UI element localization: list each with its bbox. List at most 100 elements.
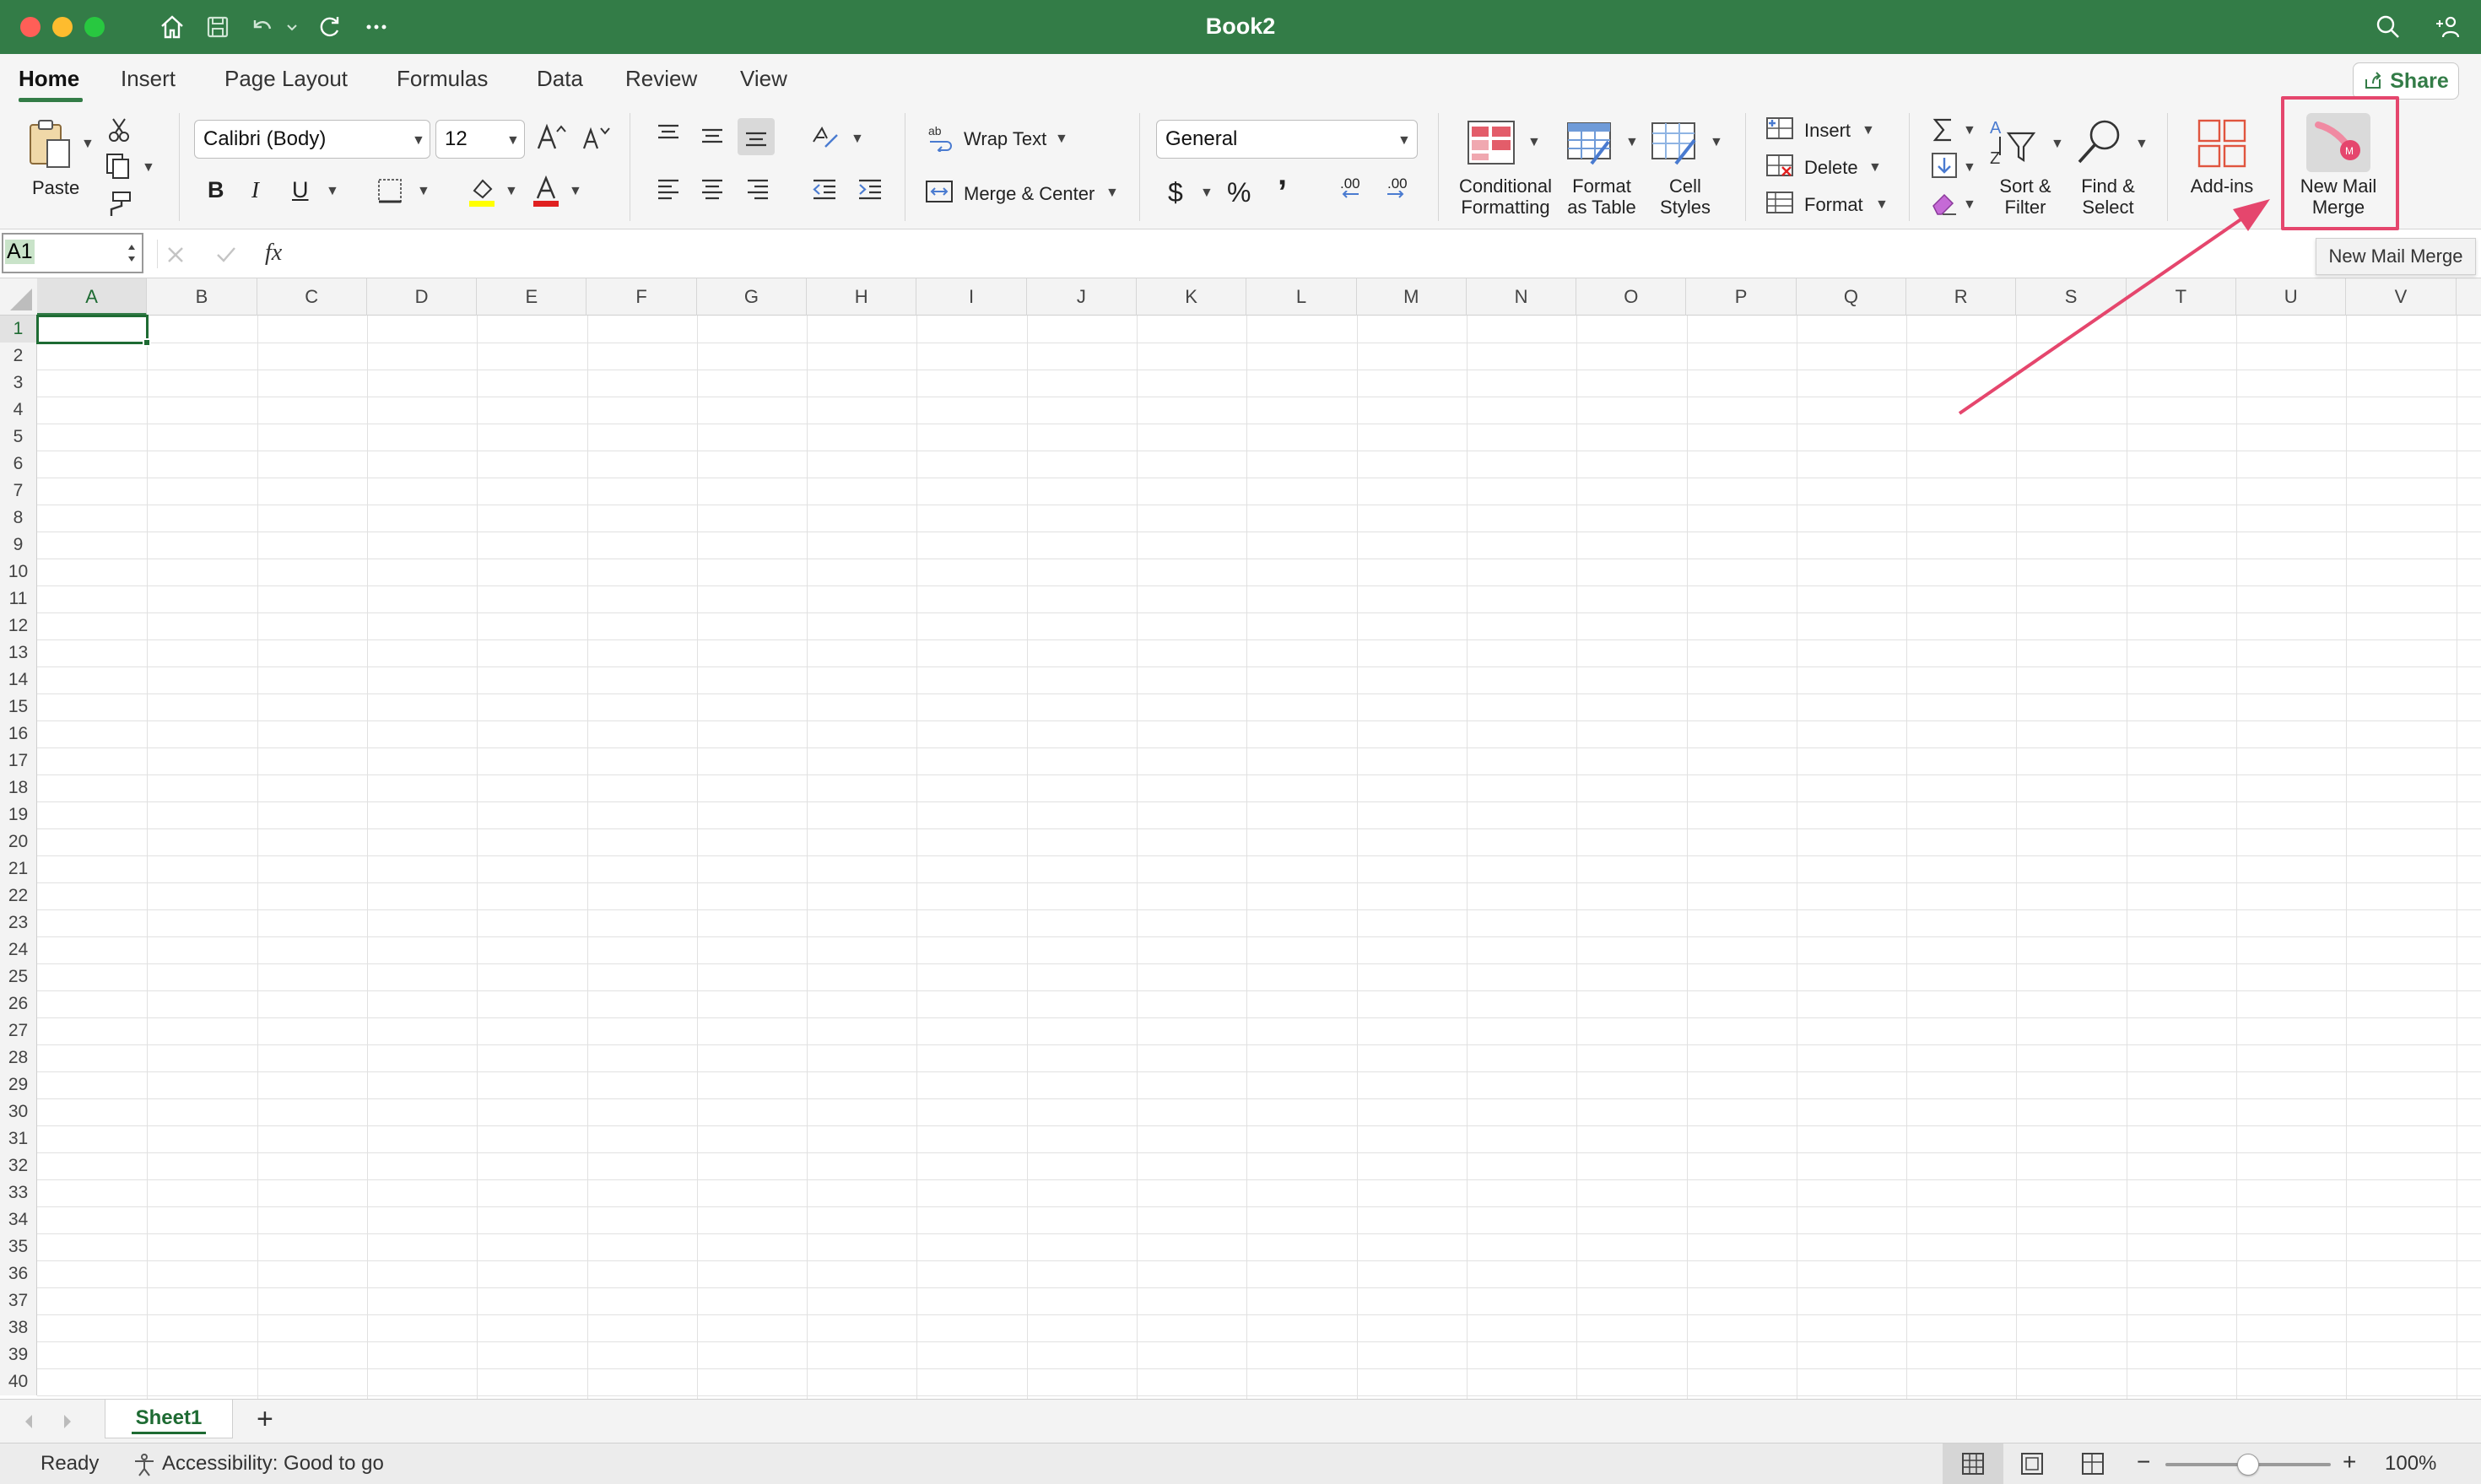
next-sheet-icon[interactable] xyxy=(59,1411,76,1432)
column-header-i[interactable]: I xyxy=(916,278,1027,316)
row-header-31[interactable]: 31 xyxy=(0,1125,37,1152)
column-header-s[interactable]: S xyxy=(2016,278,2127,316)
clear-eraser-icon[interactable] xyxy=(1931,191,1959,220)
account-icon[interactable] xyxy=(2432,12,2462,42)
wrap-text-button[interactable]: Wrap Text xyxy=(964,128,1046,150)
row-header-16[interactable]: 16 xyxy=(0,720,37,747)
wrap-text-chevron-down-icon[interactable]: ▼ xyxy=(1055,132,1068,147)
increase-font-size-icon[interactable] xyxy=(535,121,569,156)
align-top-icon[interactable] xyxy=(655,121,682,151)
row-header-21[interactable]: 21 xyxy=(0,855,37,882)
row-header-20[interactable]: 20 xyxy=(0,828,37,855)
insert-cells-button[interactable]: Insert xyxy=(1804,120,1851,142)
column-header-h[interactable]: H xyxy=(807,278,917,316)
autosum-icon[interactable] xyxy=(1931,116,1956,148)
find-select-chevron-down-icon[interactable]: ▼ xyxy=(2135,137,2149,152)
fill-color-icon[interactable] xyxy=(468,175,496,212)
decrease-decimal-button[interactable]: .00 xyxy=(1387,175,1408,192)
align-center-icon[interactable] xyxy=(699,175,726,208)
tab-home[interactable]: Home xyxy=(19,66,79,92)
row-header-15[interactable]: 15 xyxy=(0,693,37,720)
column-header-k[interactable]: K xyxy=(1137,278,1247,316)
row-header-7[interactable]: 7 xyxy=(0,478,37,505)
column-header-u[interactable]: U xyxy=(2236,278,2347,316)
prev-sheet-icon[interactable] xyxy=(20,1411,37,1432)
clear-chevron-down-icon[interactable]: ▼ xyxy=(1963,197,1976,213)
decrease-indent-icon[interactable] xyxy=(810,175,839,208)
copy-icon[interactable] xyxy=(105,152,135,185)
share-button[interactable]: Share xyxy=(2353,62,2459,100)
column-header-j[interactable]: J xyxy=(1027,278,1137,316)
add-ins-icon[interactable] xyxy=(2197,118,2247,173)
row-header-25[interactable]: 25 xyxy=(0,963,37,990)
insert-function-button[interactable]: fx xyxy=(265,240,282,267)
column-header-m[interactable]: M xyxy=(1357,278,1467,316)
decrease-font-size-icon[interactable] xyxy=(581,123,611,156)
row-header-3[interactable]: 3 xyxy=(0,370,37,397)
merge-center-button[interactable]: Merge & Center xyxy=(964,183,1095,205)
row-header-12[interactable]: 12 xyxy=(0,612,37,639)
merge-center-icon[interactable] xyxy=(925,179,954,208)
merge-center-chevron-down-icon[interactable]: ▼ xyxy=(1105,186,1119,201)
column-header-n[interactable]: N xyxy=(1467,278,1577,316)
tab-page-layout[interactable]: Page Layout xyxy=(224,66,348,92)
column-header-g[interactable]: G xyxy=(697,278,808,316)
format-as-table-icon[interactable] xyxy=(1566,121,1615,171)
font-color-chevron-down-icon[interactable]: ▼ xyxy=(569,184,582,199)
column-header-l[interactable]: L xyxy=(1246,278,1357,316)
accessibility-status[interactable]: Accessibility: Good to go xyxy=(162,1452,384,1476)
cell-styles-icon[interactable] xyxy=(1651,121,1700,171)
column-header-v[interactable]: V xyxy=(2346,278,2457,316)
normal-view-button[interactable] xyxy=(1943,1444,2003,1484)
row-header-26[interactable]: 26 xyxy=(0,990,37,1017)
row-header-37[interactable]: 37 xyxy=(0,1287,37,1314)
row-header-9[interactable]: 9 xyxy=(0,532,37,559)
column-header-c[interactable]: C xyxy=(257,278,367,316)
italic-button[interactable]: I xyxy=(251,177,259,203)
format-cells-chevron-down-icon[interactable]: ▼ xyxy=(1875,197,1889,213)
column-header-p[interactable]: P xyxy=(1687,278,1797,316)
align-left-icon[interactable] xyxy=(655,175,682,208)
page-break-view-icon[interactable] xyxy=(2081,1452,2105,1476)
format-painter-icon[interactable] xyxy=(105,189,133,222)
increase-decimal-button[interactable]: .00 xyxy=(1340,175,1360,192)
row-header-17[interactable]: 17 xyxy=(0,747,37,774)
fill-icon[interactable] xyxy=(1931,152,1958,183)
accessibility-icon[interactable] xyxy=(132,1452,157,1477)
increase-indent-icon[interactable] xyxy=(856,175,884,208)
column-header-d[interactable]: D xyxy=(367,278,478,316)
conditional-formatting-chevron-down-icon[interactable]: ▼ xyxy=(1527,135,1541,150)
insert-cells-icon[interactable] xyxy=(1765,116,1794,146)
cancel-entry-icon[interactable] xyxy=(164,243,187,267)
font-color-icon[interactable] xyxy=(532,175,560,212)
format-cells-icon[interactable] xyxy=(1765,191,1794,220)
tab-insert[interactable]: Insert xyxy=(121,66,176,92)
select-all-icon[interactable] xyxy=(8,287,34,312)
search-icon[interactable] xyxy=(2373,12,2403,42)
row-header-29[interactable]: 29 xyxy=(0,1071,37,1098)
delete-cells-button[interactable]: Delete xyxy=(1804,157,1858,179)
row-header-32[interactable]: 32 xyxy=(0,1152,37,1179)
confirm-entry-icon[interactable] xyxy=(214,243,238,267)
row-header-40[interactable]: 40 xyxy=(0,1368,37,1395)
paste-options-chevron-down-icon[interactable]: ▼ xyxy=(81,137,95,152)
row-header-6[interactable]: 6 xyxy=(0,451,37,478)
row-header-2[interactable]: 2 xyxy=(0,343,37,370)
row-header-33[interactable]: 33 xyxy=(0,1179,37,1206)
column-header-t[interactable]: T xyxy=(2127,278,2236,316)
row-header-5[interactable]: 5 xyxy=(0,424,37,451)
page-layout-view-icon[interactable] xyxy=(2020,1452,2044,1476)
row-header-24[interactable]: 24 xyxy=(0,936,37,963)
conditional-formatting-icon[interactable] xyxy=(1467,120,1516,170)
column-header-e[interactable]: E xyxy=(477,278,587,316)
row-header-23[interactable]: 23 xyxy=(0,909,37,936)
tab-formulas[interactable]: Formulas xyxy=(397,66,488,92)
cell-styles-chevron-down-icon[interactable]: ▼ xyxy=(1710,135,1723,150)
column-header-o[interactable]: O xyxy=(1576,278,1687,316)
row-header-18[interactable]: 18 xyxy=(0,774,37,801)
row-header-13[interactable]: 13 xyxy=(0,639,37,666)
row-header-30[interactable]: 30 xyxy=(0,1098,37,1125)
borders-chevron-down-icon[interactable]: ▼ xyxy=(417,184,430,199)
sort-filter-icon[interactable]: AZ xyxy=(1988,116,2039,173)
row-header-35[interactable]: 35 xyxy=(0,1233,37,1260)
